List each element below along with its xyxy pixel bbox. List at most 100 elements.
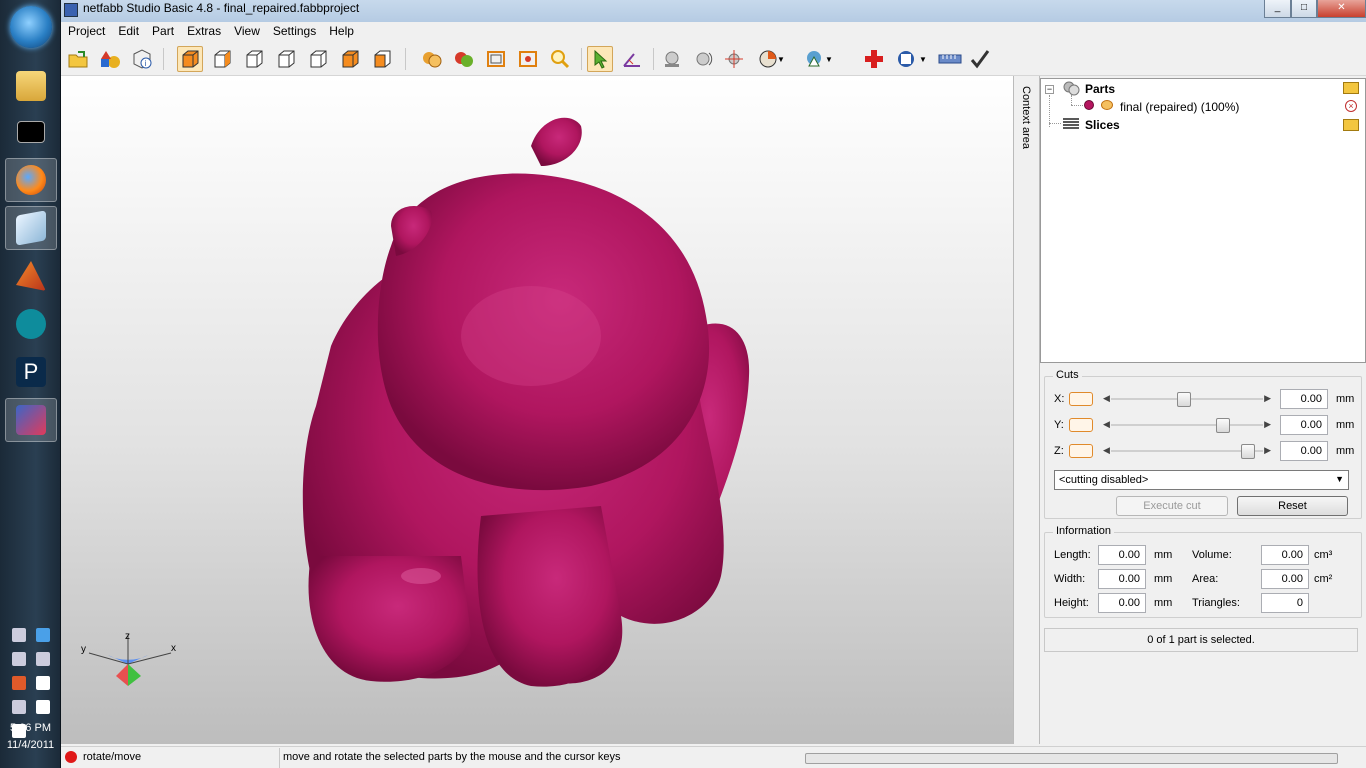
cut-z-slider-thumb[interactable] bbox=[1240, 444, 1255, 459]
menu-help[interactable]: Help bbox=[322, 22, 360, 38]
context-area-splitter[interactable]: Context area bbox=[1013, 76, 1040, 744]
notebook-app-icon[interactable] bbox=[5, 206, 57, 250]
cut-z-unit: mm bbox=[1336, 445, 1355, 457]
firefox-icon[interactable] bbox=[5, 158, 57, 202]
tree-parts-label[interactable]: Parts bbox=[1085, 82, 1115, 96]
open-folder-icon[interactable] bbox=[1343, 82, 1359, 94]
status-mode: rotate/move bbox=[83, 751, 142, 763]
view-iso-icon[interactable] bbox=[177, 46, 203, 72]
view-bottom-icon[interactable] bbox=[369, 46, 395, 72]
progress-bar bbox=[805, 753, 1338, 764]
tray-icon[interactable] bbox=[12, 676, 26, 690]
tray-icon[interactable] bbox=[12, 652, 26, 666]
cut-y-color[interactable] bbox=[1069, 418, 1093, 432]
cut-x-unit: mm bbox=[1336, 393, 1355, 405]
3d-viewport[interactable]: z x y bbox=[61, 76, 1013, 744]
explorer-icon[interactable] bbox=[5, 64, 57, 108]
zoom-fit-icon[interactable] bbox=[483, 46, 509, 72]
tree-collapse-icon[interactable]: − bbox=[1045, 85, 1054, 94]
view-right-icon[interactable] bbox=[305, 46, 331, 72]
arduino-icon[interactable] bbox=[5, 302, 57, 346]
axis-x-label: x bbox=[171, 643, 176, 654]
width-label: Width: bbox=[1054, 573, 1086, 585]
cut-y-slider[interactable]: ◀ ▶ bbox=[1101, 418, 1273, 433]
menu-view[interactable]: View bbox=[227, 22, 266, 38]
cut-y-slider-thumb[interactable] bbox=[1215, 418, 1230, 433]
view-left-icon[interactable] bbox=[273, 46, 299, 72]
apply-checkmark-icon[interactable] bbox=[967, 46, 993, 72]
cut-z-slider[interactable]: ◀ ▶ bbox=[1101, 444, 1273, 459]
scale-part-icon[interactable] bbox=[721, 46, 747, 72]
menu-project[interactable]: Project bbox=[61, 22, 111, 38]
width-value: 0.00 bbox=[1098, 569, 1146, 589]
parts-icon bbox=[1063, 81, 1080, 96]
cutting-mode-value: <cutting disabled> bbox=[1059, 474, 1149, 486]
cut-z-input[interactable]: 0.00 bbox=[1280, 441, 1328, 461]
export-dropdown-icon[interactable]: ▼ bbox=[917, 46, 929, 72]
view-back-icon[interactable] bbox=[241, 46, 267, 72]
width-unit: mm bbox=[1154, 573, 1173, 585]
cut-x-color[interactable] bbox=[1069, 392, 1093, 406]
part-color-icon[interactable] bbox=[1084, 100, 1094, 110]
tray-icon[interactable] bbox=[12, 628, 26, 642]
minimize-button[interactable]: _ bbox=[1264, 0, 1291, 18]
remove-part-icon[interactable]: × bbox=[1345, 100, 1357, 112]
view-top-icon[interactable] bbox=[337, 46, 363, 72]
app-icon bbox=[64, 3, 78, 17]
menu-bar: Project Edit Part Extras View Settings Help bbox=[61, 22, 1366, 42]
ruler-icon[interactable] bbox=[937, 46, 963, 72]
export-icon[interactable] bbox=[893, 46, 919, 72]
move-part-icon[interactable] bbox=[659, 46, 685, 72]
menu-extras[interactable]: Extras bbox=[180, 22, 227, 38]
title-bar: netfabb Studio Basic 4.8 - final_repaire… bbox=[61, 0, 1366, 22]
cut-x-slider-thumb[interactable] bbox=[1177, 392, 1192, 407]
processing-icon[interactable]: P bbox=[5, 350, 57, 394]
zoom-selection-icon[interactable] bbox=[515, 46, 541, 72]
menu-part[interactable]: Part bbox=[145, 22, 180, 38]
hippo-model[interactable] bbox=[61, 76, 1013, 744]
add-part-icon[interactable] bbox=[97, 46, 123, 72]
reset-button[interactable]: Reset bbox=[1237, 496, 1348, 516]
execute-cut-button[interactable]: Execute cut bbox=[1116, 496, 1228, 516]
cut-y-input[interactable]: 0.00 bbox=[1280, 415, 1328, 435]
rotate-part-icon[interactable] bbox=[691, 46, 717, 72]
tree-slices-label[interactable]: Slices bbox=[1085, 118, 1120, 132]
menu-edit[interactable]: Edit bbox=[111, 22, 145, 38]
repair-dropdown-icon[interactable]: ▼ bbox=[775, 46, 787, 72]
measure-icon[interactable] bbox=[619, 46, 645, 72]
open-folder-icon[interactable] bbox=[1343, 119, 1359, 131]
maximize-button[interactable]: □ bbox=[1291, 0, 1317, 18]
battery-icon[interactable] bbox=[12, 700, 26, 714]
toolbar: i ▼ ▼ ▼ bbox=[61, 42, 1366, 76]
area-label: Area: bbox=[1192, 573, 1219, 585]
close-button[interactable]: ✕ bbox=[1317, 0, 1366, 18]
analysis-dropdown-icon[interactable]: ▼ bbox=[823, 46, 835, 72]
triangles-value: 0 bbox=[1261, 593, 1309, 613]
view-front-icon[interactable] bbox=[209, 46, 235, 72]
flag-icon[interactable] bbox=[36, 676, 50, 690]
menu-settings[interactable]: Settings bbox=[266, 22, 322, 38]
shading-icon[interactable] bbox=[419, 46, 445, 72]
visibility-eye-icon[interactable] bbox=[1101, 100, 1113, 110]
cut-x-input[interactable]: 0.00 bbox=[1280, 389, 1328, 409]
cut-z-color[interactable] bbox=[1069, 444, 1093, 458]
selection-status: 0 of 1 part is selected. bbox=[1044, 628, 1358, 652]
cutting-mode-select[interactable]: <cutting disabled> ▼ bbox=[1054, 470, 1349, 490]
volume-value: 0.00 bbox=[1261, 545, 1309, 565]
repair-cross-icon[interactable] bbox=[861, 46, 887, 72]
cut-x-slider[interactable]: ◀ ▶ bbox=[1101, 392, 1273, 407]
matlab-icon[interactable] bbox=[5, 254, 57, 298]
dropbox-icon[interactable] bbox=[36, 628, 50, 642]
shading-color-icon[interactable] bbox=[451, 46, 477, 72]
select-pointer-icon[interactable] bbox=[587, 46, 613, 72]
tray-icon[interactable] bbox=[36, 652, 50, 666]
network-icon[interactable] bbox=[36, 700, 50, 714]
start-button[interactable] bbox=[10, 6, 52, 48]
netfabb-taskbar-icon[interactable] bbox=[5, 398, 57, 442]
open-project-icon[interactable] bbox=[65, 46, 91, 72]
clock[interactable]: 5:06 PM 11/4/2011 bbox=[0, 720, 61, 754]
part-item-label[interactable]: final (repaired) (100%) bbox=[1120, 100, 1239, 114]
part-info-icon[interactable]: i bbox=[129, 46, 155, 72]
zoom-icon[interactable] bbox=[547, 46, 573, 72]
cmd-icon[interactable] bbox=[5, 110, 57, 154]
